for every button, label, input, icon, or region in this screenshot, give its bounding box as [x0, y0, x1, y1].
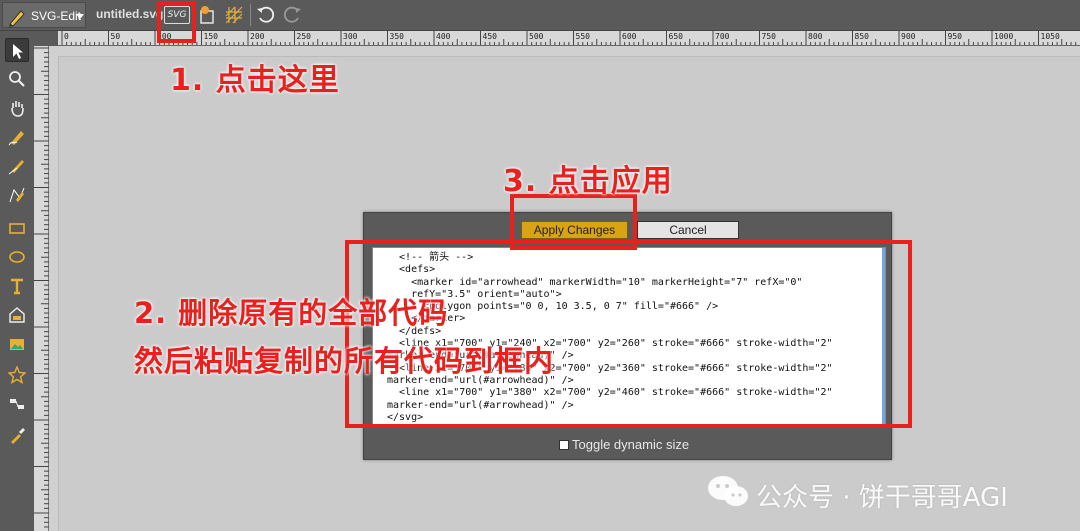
pen-line-icon: [8, 160, 24, 175]
align-icon: [10, 399, 24, 409]
checkbox-icon[interactable]: [559, 440, 569, 450]
ellipse-icon: [9, 251, 25, 263]
wireframe-icon[interactable]: [196, 4, 218, 26]
path-tool[interactable]: [5, 183, 29, 207]
ruler-tick-label: 700: [715, 32, 730, 41]
svg-edit-logo-icon: [9, 10, 25, 27]
vertical-ruler: [34, 46, 49, 531]
ruler-tick-label: 950: [947, 32, 962, 41]
annotation-step2-line1: 2. 删除原有的全部代码: [134, 296, 449, 330]
annotation-step2-line2: 然后粘贴复制的所有代码到框内: [134, 344, 555, 378]
cancel-button[interactable]: Cancel: [637, 221, 739, 239]
image-library-tool[interactable]: [5, 303, 29, 327]
toolbar-divider: [250, 4, 251, 26]
ruler-tick-label: 1000: [994, 32, 1014, 41]
hand-icon: [11, 101, 24, 117]
ruler-tick-label: 250: [296, 32, 311, 41]
ruler-tick-label: 500: [529, 32, 544, 41]
ruler-tick-label: 600: [622, 32, 637, 41]
star-icon: [8, 366, 26, 384]
toggle-dynamic-size[interactable]: Toggle dynamic size: [559, 437, 689, 452]
chevron-down-icon: [76, 14, 84, 19]
ruler-tick-label: 150: [203, 32, 218, 41]
star-tool[interactable]: [5, 363, 29, 387]
ruler-tick-label: 900: [901, 32, 916, 41]
horizontal-ruler: 0 50 100 150 200 250 300 350 400 450 500 550 600 650 7…: [58, 31, 1080, 46]
ruler-tick-label: 50: [110, 32, 121, 41]
ruler-tick-label: 1050: [1040, 32, 1060, 41]
app-menu-label: SVG-Edit: [31, 9, 82, 23]
library-icon: [9, 307, 25, 323]
wechat-icon: [708, 476, 748, 506]
ruler-tick-label: 350: [389, 32, 404, 41]
pencil-tool[interactable]: [5, 125, 29, 149]
ruler-tick-label: 550: [575, 32, 590, 41]
rectangle-icon: [9, 223, 25, 234]
grid-icon[interactable]: [223, 4, 245, 26]
zoom-icon: [9, 71, 25, 87]
undo-icon[interactable]: [255, 4, 277, 26]
annotation-step3: 3. 点击应用: [503, 164, 673, 199]
ruler-tick-label: 300: [343, 32, 358, 41]
pencil-icon: [8, 131, 24, 146]
align-tool[interactable]: [5, 392, 29, 416]
ruler-tick-label: 800: [808, 32, 823, 41]
eyedropper-tool[interactable]: [5, 423, 29, 447]
pan-tool[interactable]: [5, 96, 29, 120]
select-tool[interactable]: [5, 38, 29, 62]
document-title: untitled.svg: [96, 7, 164, 21]
ruler-tick-label: 750: [761, 32, 776, 41]
ruler-tick-label: 200: [250, 32, 265, 41]
redo-icon[interactable]: [281, 4, 303, 26]
ruler-tick-label: 400: [436, 32, 451, 41]
vertical-ruler-ticks: [34, 47, 49, 528]
watermark-text: 公众号 · 饼干哥哥AGI: [756, 483, 1008, 513]
eyedropper-icon: [11, 428, 25, 444]
line-tool[interactable]: [5, 154, 29, 178]
app-menu-button[interactable]: SVG-Edit: [2, 2, 86, 28]
path-pen-icon: [9, 187, 25, 203]
ellipse-tool[interactable]: [5, 245, 29, 269]
rectangle-tool[interactable]: [5, 216, 29, 240]
annotation-box-step2: [345, 240, 912, 428]
toggle-dynamic-size-label: Toggle dynamic size: [572, 437, 690, 452]
ruler-tick-label: 0: [64, 32, 69, 41]
annotation-box-step1: [157, 1, 196, 43]
ruler-tick-label: 450: [482, 32, 497, 41]
select-arrow-icon: [13, 44, 23, 59]
ruler-tick-label: 650: [668, 32, 683, 41]
ruler-tick-label: 850: [854, 32, 869, 41]
annotation-step1: 1. 点击这里: [170, 63, 340, 98]
text-tool[interactable]: [5, 274, 29, 298]
tool-panel: [0, 31, 34, 531]
zoom-tool[interactable]: [5, 67, 29, 91]
text-icon: [11, 278, 23, 295]
image-icon: [10, 339, 24, 350]
image-tool[interactable]: [5, 332, 29, 356]
